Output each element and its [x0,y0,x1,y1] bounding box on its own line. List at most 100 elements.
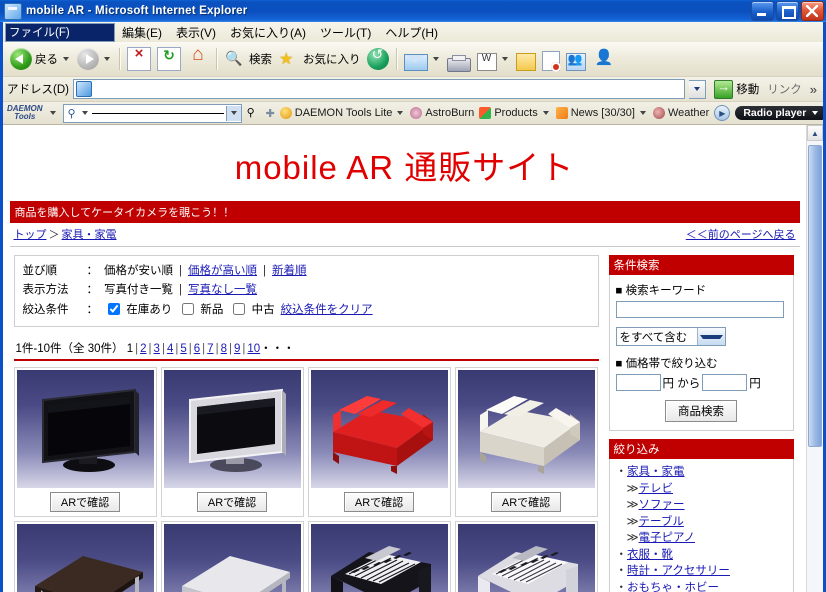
list-item[interactable]: ・衣服・靴 [616,547,787,564]
match-mode-select[interactable]: をすべて含む [616,327,787,346]
back-dropdown-icon[interactable] [63,57,69,61]
page-link-10[interactable]: 10 [247,343,260,355]
breadcrumb-current-link[interactable]: 家具・家電 [62,229,117,241]
category-link-sofa[interactable]: ソファー [639,499,685,511]
ar-confirm-button[interactable]: ARで確認 [50,492,120,512]
address-field[interactable] [73,79,685,99]
page-link-7[interactable]: 7 [207,343,213,355]
page-link-8[interactable]: 8 [221,343,227,355]
ar-confirm-button[interactable]: ARで確認 [344,492,414,512]
page-link-2[interactable]: 2 [140,343,146,355]
search-button[interactable]: 検索 [221,47,275,71]
edit-dropdown-icon[interactable] [502,57,508,61]
astroburn-item[interactable]: AstroBurn [410,107,474,119]
daemon-tools-lite-dropdown-icon[interactable] [397,111,403,115]
home-button[interactable] [184,47,212,71]
daemon-search-history-icon[interactable] [226,106,241,121]
list-item[interactable]: ・家具・家電 [616,464,787,481]
breadcrumb-home-link[interactable]: トップ [14,229,47,241]
news-dropdown-icon[interactable] [640,111,646,115]
daemon-search-dropdown-icon[interactable] [82,111,88,115]
research-button[interactable] [563,49,589,69]
clear-filters-link[interactable]: 絞込条件をクリア [281,301,373,320]
page-scrollbar[interactable]: ▲ [806,125,823,592]
back-button[interactable]: 戻る [7,47,74,71]
go-button[interactable]: 移動 [710,80,763,99]
list-item[interactable]: ≫電子ピアノ [616,530,787,547]
forward-button[interactable] [74,47,115,71]
favorites-button[interactable]: お気に入り [275,47,364,71]
scrollbar-track[interactable] [807,141,823,592]
product-card[interactable]: ARで確認 [455,367,598,517]
page-link-9[interactable]: 9 [234,343,240,355]
page-link-6[interactable]: 6 [194,343,200,355]
price-from-input[interactable] [616,374,661,391]
product-card[interactable]: ARで確認 [161,367,304,517]
view-no-photo-link[interactable]: 写真なし一覧 [188,281,257,300]
menu-file[interactable]: ファイル(F) [5,23,115,42]
notes-button[interactable] [513,49,539,69]
menu-favorites[interactable]: お気に入り(A) [223,22,313,43]
popup-blocker-button[interactable] [539,48,563,70]
menu-edit[interactable]: 編集(E) [115,22,169,43]
category-link-tv[interactable]: テレビ [639,483,674,495]
product-card[interactable]: ARで確認 [14,367,157,517]
category-link-table[interactable]: テーブル [639,516,684,528]
search-keyword-input[interactable] [616,301,784,318]
product-search-button[interactable]: 商品検索 [665,400,737,422]
daemon-search-input[interactable] [92,113,224,114]
ar-confirm-button[interactable]: ARで確認 [491,492,561,512]
radio-player-control[interactable]: Radio player [735,106,823,120]
category-link-furniture[interactable]: 家具・家電 [627,466,685,478]
filter-in-stock-checkbox[interactable] [108,303,120,315]
product-card[interactable]: ARで確認 [14,521,157,592]
mail-dropdown-icon[interactable] [433,57,439,61]
close-button[interactable] [801,1,824,21]
radio-player-dropdown-icon[interactable] [812,111,818,115]
product-card[interactable]: ARで確認 [161,521,304,592]
category-link-clothing[interactable]: 衣服・靴 [627,549,673,561]
radio-play-icon[interactable]: ▶ [714,105,730,121]
daemon-plus-icon[interactable]: ✚ [266,107,275,120]
daemon-tools-lite-item[interactable]: DAEMON Tools Lite [280,107,406,119]
scrollbar-thumb[interactable] [808,145,822,447]
toolbar-overflow-icon[interactable]: » [808,82,819,97]
page-link-4[interactable]: 4 [167,343,173,355]
address-history-dropdown[interactable] [689,80,706,99]
ar-confirm-button[interactable]: ARで確認 [197,492,267,512]
category-link-piano[interactable]: 電子ピアノ [639,532,695,544]
sort-price-desc-link[interactable]: 価格が高い順 [188,262,257,281]
products-dropdown-icon[interactable] [543,111,549,115]
news-item[interactable]: News [30/30] [556,107,648,119]
list-item[interactable]: ・時計・アクセサリー [616,563,787,580]
menu-help[interactable]: ヘルプ(H) [378,22,445,43]
forward-dropdown-icon[interactable] [104,57,110,61]
back-to-previous-page-link[interactable]: ＜＜前のページへ戻る [686,226,796,242]
list-item[interactable]: ≫テレビ [616,481,787,498]
print-button[interactable] [444,51,474,67]
product-card[interactable]: ARで確認 [308,521,451,592]
menu-tools[interactable]: ツール(T) [313,22,378,43]
products-item[interactable]: Products [479,107,550,119]
filter-new-checkbox[interactable] [182,303,194,315]
list-item[interactable]: ≫ソファー [616,497,787,514]
scroll-up-icon[interactable]: ▲ [807,125,823,141]
address-input[interactable] [95,82,682,96]
list-item[interactable]: ≫テーブル [616,514,787,531]
category-link-toys[interactable]: おもちゃ・ホビー [627,582,719,592]
minimize-button[interactable] [751,1,774,21]
refresh-button[interactable] [154,46,184,72]
mail-button[interactable] [401,50,444,69]
list-item[interactable]: ・おもちゃ・ホビー [616,580,787,592]
sort-newest-link[interactable]: 新着順 [272,262,307,281]
menu-view[interactable]: 表示(V) [169,22,223,43]
maximize-button[interactable] [776,1,799,21]
filter-used-checkbox[interactable] [233,303,245,315]
messenger-button[interactable] [589,47,617,71]
history-button[interactable] [364,47,392,71]
filter-used[interactable]: 中古 [229,300,274,320]
category-link-watches[interactable]: 時計・アクセサリー [627,565,730,577]
page-link-5[interactable]: 5 [180,343,186,355]
chevron-down-icon[interactable] [697,328,724,345]
filter-new[interactable]: 新品 [178,300,223,320]
